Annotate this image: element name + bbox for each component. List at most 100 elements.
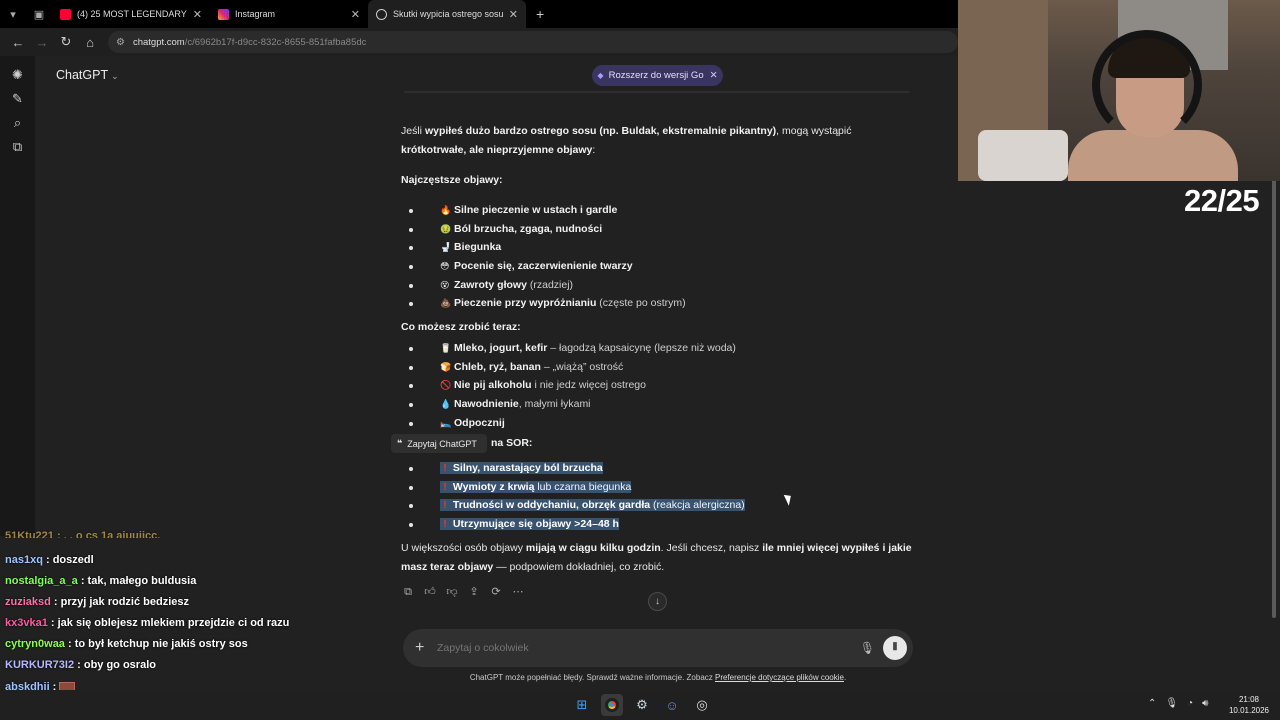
chat-message: nostalgia_a_a : tak, małego buldusia: [5, 575, 196, 587]
reload-icon[interactable]: ↻: [54, 34, 78, 50]
thumbs-up-icon[interactable]: 👍︎: [423, 585, 437, 599]
url-host: chatgpt.com: [132, 36, 185, 48]
new-tab-icon[interactable]: +: [526, 6, 554, 22]
back-icon[interactable]: ←: [6, 35, 30, 50]
text: , małymi łykami: [518, 398, 591, 411]
chat-text: : oby go osralo: [74, 659, 156, 671]
close-icon[interactable]: ✕: [710, 70, 718, 81]
clock[interactable]: 21:08 10.01.2026: [1224, 694, 1274, 716]
youtube-icon: [60, 8, 71, 20]
close-tab-icon[interactable]: ✕: [193, 8, 202, 21]
tab-instagram[interactable]: Instagram ✕: [210, 0, 368, 28]
bold-text: Utrzymujące się objawy >24–48 h: [452, 518, 619, 531]
text: . Jeśli chcesz, napisz: [660, 542, 763, 554]
list-item: 💧 Nawodnienie, małymi łykami: [401, 395, 736, 414]
more-icon[interactable]: ⋯: [511, 585, 525, 599]
home-icon[interactable]: ⌂: [78, 35, 102, 50]
steam-icon[interactable]: ⚙: [631, 694, 653, 716]
chat-text: : to był ketchup nie jakiś ostry sos: [64, 638, 248, 650]
symptoms-list: 🔥 Silne pieczenie w ustach i gardle 🤢 Ból …: [401, 201, 686, 313]
share-icon[interactable]: ⇪: [467, 585, 481, 599]
text: , mogą wystąpić: [776, 125, 852, 137]
bold-text: Silne pieczenie w ustach i gardle: [454, 204, 618, 216]
windows-start-icon[interactable]: ⊞: [571, 694, 593, 716]
close-tab-icon[interactable]: ✕: [509, 8, 518, 21]
ask-chatgpt-popup[interactable]: ❝ Zapytaj ChatGPT: [391, 434, 487, 453]
text: :: [592, 143, 596, 156]
list-item: 🚽 Biegunka: [401, 238, 686, 257]
time: 21:08: [1238, 695, 1260, 704]
tab-search-icon[interactable]: ▾: [0, 0, 26, 28]
site-info-icon[interactable]: ⚙: [116, 37, 125, 48]
scroll-down-button[interactable]: ↓: [648, 592, 667, 611]
list-item: 😵 Zawroty głowy (rzadziej): [401, 276, 686, 295]
system-tray: ⌃ 🎙︎ ◔ 🔊︎: [1148, 698, 1208, 709]
pinned-tab-icon[interactable]: ▣: [26, 0, 52, 28]
bold-text: Trudności w oddychaniu, obrzęk gardła: [452, 499, 651, 512]
bold-text: Pocenie się, zaczerwienienie twarzy: [454, 260, 633, 273]
list-item: 🍞 Chleb, ryż, banan – „wiążą” ostrość: [401, 358, 736, 377]
obs-icon[interactable]: ◎: [691, 694, 713, 716]
bold-text: Biegunka: [454, 241, 502, 254]
bold-text: Mleko, jogurt, kefir: [454, 342, 548, 354]
chat-message: nas1xq : doszedl: [5, 554, 94, 566]
text: i nie jedz więcej ostrego: [531, 379, 647, 392]
forward-icon[interactable]: →: [30, 35, 54, 50]
regenerate-icon[interactable]: ⟳: [489, 585, 503, 599]
sparkle-icon: ◆: [597, 71, 604, 80]
exclamation-icon: !: [443, 518, 447, 531]
exclamation-icon: !: [443, 462, 447, 474]
copy-icon[interactable]: ⧉: [401, 585, 415, 599]
library-icon[interactable]: ⧉: [0, 135, 35, 159]
microphone-icon[interactable]: 🎙︎: [1165, 698, 1178, 709]
message-outro: U większości osób objawy mijają w ciągu …: [401, 539, 913, 576]
list-item: 🛌 Odpocznij: [401, 414, 736, 433]
thumbs-down-icon[interactable]: 👎︎: [445, 585, 459, 599]
plus-icon[interactable]: +: [415, 639, 431, 657]
chrome-icon[interactable]: [601, 694, 623, 716]
ask-chatgpt-label: Zapytaj ChatGPT: [407, 438, 477, 449]
list-item: 🥛 Mleko, jogurt, kefir – łagodzą kapsaicy…: [401, 339, 736, 358]
text: lub czarna biegunka: [534, 480, 632, 493]
close-tab-icon[interactable]: ✕: [351, 8, 360, 21]
prompt-input[interactable]: [437, 642, 860, 654]
webcam-overlay: [958, 0, 1280, 181]
chat-message: cytryn0waa : to był ketchup nie jakiś os…: [5, 638, 248, 650]
voice-mode-button[interactable]: ⫴: [883, 636, 907, 660]
list-item: 🤢 Ból brzucha, zgaga, nudności: [401, 220, 686, 239]
tab-chatgpt[interactable]: Skutki wypicia ostrego sosu ✕: [368, 0, 526, 28]
search-icon[interactable]: ⌕: [0, 111, 35, 135]
openai-logo-icon[interactable]: ✺: [0, 63, 35, 87]
discord-icon[interactable]: ☺: [661, 694, 683, 716]
model-selector[interactable]: ChatGPT ⌄: [56, 68, 119, 82]
flushed-face-icon: 😳: [440, 261, 450, 272]
address-bar-row: ← → ↻ ⌂ ⚙ chatgpt.com/c/6962b17f-d9cc-83…: [0, 28, 958, 56]
bold-text: Chleb, ryż, banan: [454, 360, 541, 373]
microphone-icon[interactable]: 🎙︎: [860, 641, 875, 655]
divider: [404, 91, 910, 93]
list-item: ! Silny, narastający ból brzucha: [401, 459, 745, 478]
volume-icon[interactable]: 🔊︎: [1202, 698, 1208, 709]
chat-message: KURKUR73I2 : oby go osralo: [5, 659, 156, 671]
bold-text: Wymioty z krwią: [452, 480, 535, 493]
tab-youtube[interactable]: (4) 25 MOST LEGENDARY BEAT ✕: [52, 0, 210, 28]
wifi-icon[interactable]: ◔: [1187, 698, 1193, 709]
upgrade-pill[interactable]: ◆ Rozszerz do wersji Go ✕: [592, 65, 723, 86]
cookie-preferences-link[interactable]: Preferencje dotyczące plików cookie: [715, 673, 844, 682]
list-item: ! Trudności w oddychaniu, obrzęk gardła …: [401, 496, 745, 515]
chat-text: : tak, małego buldusia: [77, 575, 197, 587]
url-input[interactable]: ⚙ chatgpt.com/c/6962b17f-d9cc-832c-8655-…: [108, 31, 958, 53]
text: (rzadziej): [526, 278, 574, 291]
new-chat-icon[interactable]: ✎: [0, 87, 35, 111]
fire-icon: 🔥: [440, 205, 452, 215]
droplet-icon: 💧: [440, 399, 452, 410]
prohibited-icon: 🚫: [440, 380, 452, 391]
text: ChatGPT może popełniać błędy. Sprawdź wa…: [469, 673, 715, 682]
chat-username: cytryn0waa: [5, 638, 65, 650]
model-name: ChatGPT: [56, 68, 109, 82]
exclamation-icon: !: [443, 480, 447, 493]
composer: + 🎙︎ ⫴: [403, 629, 913, 667]
chat-message: kx3vka1 : jak się oblejesz mlekiem przej…: [5, 617, 289, 629]
nauseated-icon: 🤢: [440, 223, 452, 234]
chevron-up-icon[interactable]: ⌃: [1148, 698, 1156, 709]
